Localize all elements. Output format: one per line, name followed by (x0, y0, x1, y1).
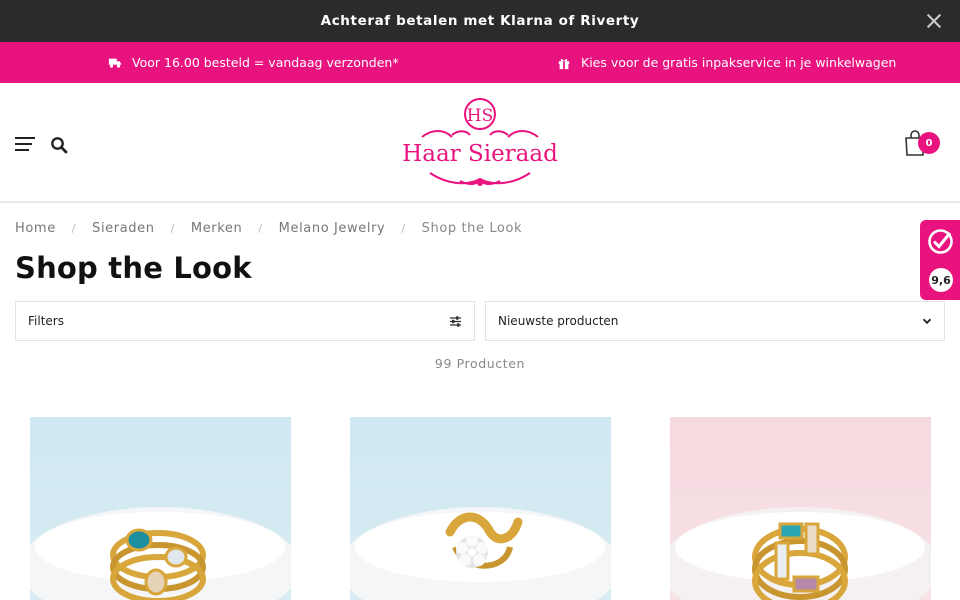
breadcrumb-home[interactable]: Home (15, 221, 56, 236)
truck-icon (108, 58, 122, 68)
breadcrumb-merken[interactable]: Merken (191, 221, 242, 236)
checkmark-badge-icon (928, 229, 953, 254)
breadcrumb-melano-jewelry[interactable]: Melano Jewelry (279, 221, 386, 236)
breadcrumb: Home / Sieraden / Merken / Melano Jewelr… (15, 219, 522, 237)
breadcrumb-separator: / (258, 221, 263, 235)
chevron-down-icon (922, 318, 932, 325)
product-image-ring-baguette-stones (670, 507, 931, 600)
usp-bar: Voor 16.00 besteld = vandaag verzonden* … (0, 42, 960, 83)
site-header: HS Haar Sieraad 0 (0, 83, 960, 203)
sliders-icon (450, 315, 461, 327)
logo-text: Haar Sieraad (402, 141, 558, 167)
menu-icon[interactable] (15, 137, 35, 153)
breadcrumb-separator: / (71, 221, 77, 235)
sort-select-value: Nieuwste producten (498, 314, 619, 328)
product-card[interactable] (350, 417, 611, 600)
breadcrumb-separator: / (401, 221, 406, 235)
announcement-text: Achteraf betalen met Klarna of Riverty (320, 13, 640, 29)
search-icon[interactable] (50, 136, 68, 154)
usp-gift-text: Kies voor de gratis inpakservice in je w… (581, 55, 897, 70)
svg-text:HS: HS (467, 106, 493, 126)
product-count: 99 Producten (434, 356, 526, 371)
page-title: Shop the Look (15, 251, 252, 285)
filters-label: Filters (28, 314, 64, 328)
rating-score: 9,6 (929, 268, 953, 292)
breadcrumb-sieraden[interactable]: Sieraden (92, 221, 154, 236)
product-card[interactable] (670, 417, 931, 600)
breadcrumb-separator: / (170, 221, 175, 235)
product-image-ring-flower-wave (350, 507, 611, 600)
site-logo[interactable]: HS Haar Sieraad (400, 97, 560, 189)
filters-button[interactable]: Filters (15, 301, 475, 341)
breadcrumb-current: Shop the Look (421, 220, 523, 236)
product-image-ring-teal-oval-stones (30, 507, 291, 600)
announcement-bar: Achteraf betalen met Klarna of Riverty (0, 0, 960, 42)
cart-count-badge[interactable]: 0 (918, 132, 940, 154)
usp-item-shipping: Voor 16.00 besteld = vandaag verzonden* (108, 42, 399, 83)
product-card[interactable] (30, 417, 291, 600)
sort-select[interactable]: Nieuwste producten (485, 301, 945, 341)
close-icon[interactable] (924, 11, 944, 31)
usp-shipping-text: Voor 16.00 besteld = vandaag verzonden* (132, 55, 399, 70)
usp-item-gift: Kies voor de gratis inpakservice in je w… (557, 42, 896, 83)
gift-icon (558, 58, 570, 69)
rating-widget[interactable]: 9,6 (920, 220, 960, 300)
